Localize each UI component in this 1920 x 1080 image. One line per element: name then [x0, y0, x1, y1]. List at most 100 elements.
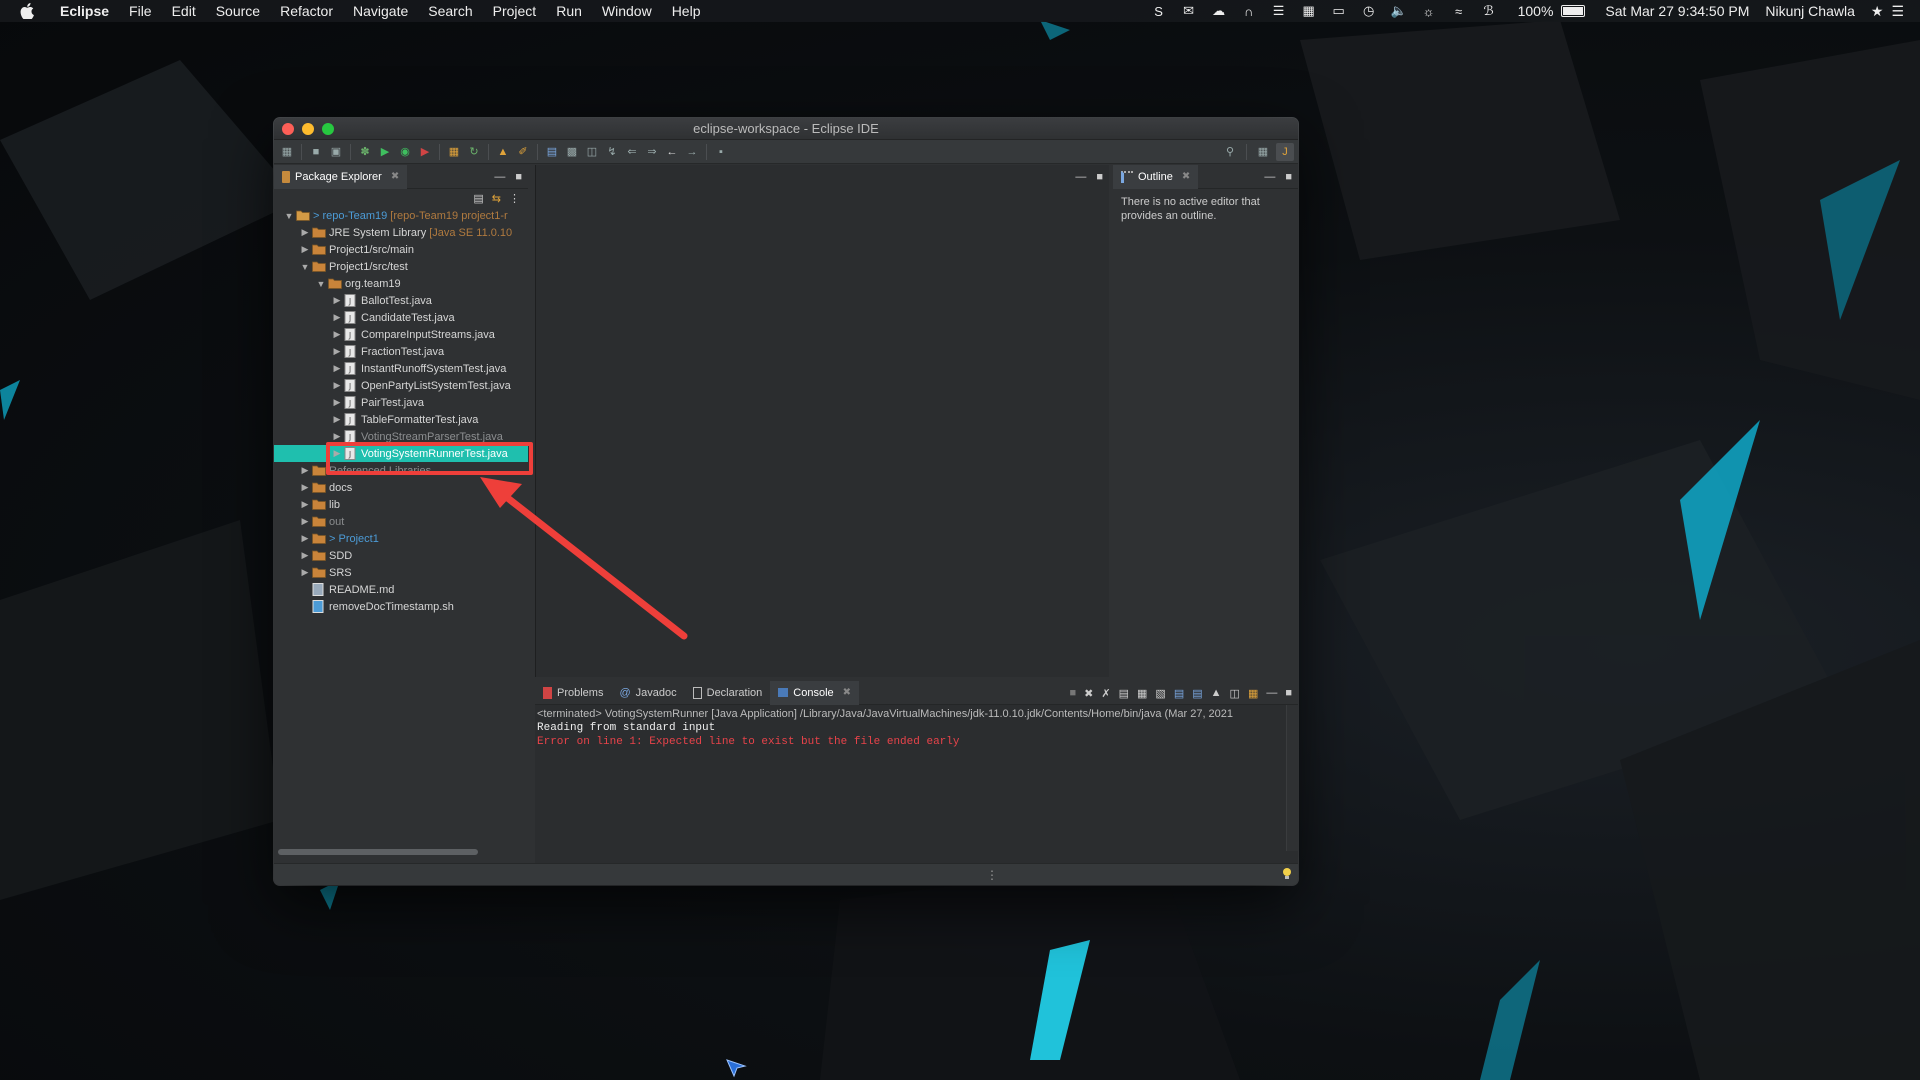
time-machine-icon[interactable]: ◷ [1360, 3, 1378, 19]
maximize-window-button[interactable] [322, 122, 334, 135]
maximize-icon[interactable]: ■ [1285, 171, 1292, 183]
expand-arrow-open-icon[interactable]: ▼ [284, 211, 294, 221]
new-java-project-icon[interactable]: ▦ [445, 143, 463, 161]
apple-logo-icon[interactable] [20, 3, 42, 19]
open-console-icon[interactable]: ▦ [1248, 687, 1258, 700]
coverage-icon[interactable]: ◉ [396, 143, 414, 161]
scroll-lock-icon[interactable]: ▦ [1137, 687, 1147, 700]
remove-all-terminated-icon[interactable]: ✗ [1101, 687, 1110, 700]
status-divider-handle[interactable]: ⋮ [986, 868, 998, 882]
volume-icon[interactable]: 🔈 [1390, 3, 1408, 19]
tip-bulb-icon[interactable] [1282, 867, 1292, 884]
tab-declaration[interactable]: Declaration [685, 681, 771, 705]
star-icon[interactable]: ★ [1871, 3, 1884, 20]
expand-arrow-closed-icon[interactable]: ▶ [300, 244, 310, 255]
pin-console-icon[interactable]: ▲ [1211, 687, 1222, 699]
open-perspective-icon[interactable]: ▦ [1254, 143, 1272, 161]
expand-arrow-closed-icon[interactable]: ▶ [300, 499, 310, 510]
menu-navigate[interactable]: Navigate [343, 3, 418, 19]
show-on-stdout-icon[interactable]: ▤ [1174, 687, 1184, 700]
display-console-icon[interactable]: ◫ [1230, 687, 1240, 700]
search-tool-icon[interactable]: ✐ [514, 143, 532, 161]
expand-arrow-closed-icon[interactable]: ▶ [332, 363, 342, 374]
control-center-icon[interactable]: ☰ [1891, 3, 1904, 20]
expand-arrow-closed-icon[interactable]: ▶ [332, 329, 342, 340]
annotation-icon[interactable]: ◫ [583, 143, 601, 161]
clock[interactable]: Sat Mar 27 9:34:50 PM [1605, 3, 1749, 19]
tree-item[interactable]: ▼ Project1/src/test [274, 258, 528, 275]
tree-item[interactable]: ▶ J CompareInputStreams.java [274, 326, 528, 343]
terminate-icon[interactable]: ■ [1070, 687, 1077, 699]
tree-item[interactable]: ▶ J BallotTest.java [274, 292, 528, 309]
calculator-icon[interactable]: ▦ [1300, 3, 1318, 19]
expand-arrow-open-icon[interactable]: ▼ [300, 262, 310, 272]
new-icon[interactable]: ▦ [278, 143, 296, 161]
skype-icon[interactable]: S [1150, 3, 1168, 19]
tree-item[interactable]: ▶ JRE System Library [Java SE 11.0.10 [274, 224, 528, 241]
battery-percent[interactable]: 100% [1518, 3, 1554, 19]
expand-arrow-closed-icon[interactable]: ▶ [300, 465, 310, 476]
tree-item[interactable]: ▶ > Project1 [274, 530, 528, 547]
expand-arrow-closed-icon[interactable]: ▶ [300, 482, 310, 493]
expand-arrow-closed-icon[interactable]: ▶ [300, 516, 310, 527]
pin-editor-icon[interactable]: ▪ [712, 143, 730, 161]
debug-icon[interactable]: ✽ [356, 143, 374, 161]
airplay-icon[interactable]: ▭ [1330, 3, 1348, 19]
menu-run[interactable]: Run [546, 3, 592, 19]
menu-file[interactable]: File [119, 3, 162, 19]
clear-console-icon[interactable]: ▤ [1119, 687, 1129, 700]
expand-arrow-closed-icon[interactable]: ▶ [332, 295, 342, 306]
expand-arrow-closed-icon[interactable]: ▶ [332, 431, 342, 442]
expand-arrow-closed-icon[interactable]: ▶ [300, 227, 310, 238]
toggle-mark-icon[interactable]: ▤ [543, 143, 561, 161]
bluetooth-icon[interactable]: ℬ [1480, 3, 1498, 19]
tree-item[interactable]: ▶ J OpenPartyListSystemTest.java [274, 377, 528, 394]
menu-project[interactable]: Project [483, 3, 547, 19]
tab-console[interactable]: Console ✖ [770, 680, 860, 705]
external-tools-icon[interactable]: ▶ [416, 143, 434, 161]
navigate-back-icon[interactable]: ← [663, 143, 681, 161]
expand-arrow-closed-icon[interactable]: ▶ [332, 312, 342, 323]
user-name[interactable]: Nikunj Chawla [1765, 3, 1854, 19]
close-tab-icon[interactable]: ✖ [1182, 171, 1190, 182]
expand-arrow-closed-icon[interactable]: ▶ [332, 397, 342, 408]
menu-refactor[interactable]: Refactor [270, 3, 343, 19]
horizontal-scrollbar[interactable] [278, 849, 478, 855]
expand-arrow-closed-icon[interactable]: ▶ [332, 346, 342, 357]
tree-item[interactable]: ▶ J CandidateTest.java [274, 309, 528, 326]
tab-problems[interactable]: Problems [535, 681, 611, 705]
tab-javadoc[interactable]: @ Javadoc [611, 681, 684, 705]
tree-item[interactable]: ▶ lib [274, 496, 528, 513]
maximize-icon[interactable]: ■ [515, 171, 522, 183]
tree-item[interactable]: ▶ out [274, 513, 528, 530]
maximize-icon[interactable]: ■ [1285, 687, 1292, 699]
battery-icon[interactable] [1561, 5, 1586, 17]
close-tab-icon[interactable]: ✖ [391, 171, 399, 182]
tree-item[interactable]: README.md [274, 581, 528, 598]
menu-help[interactable]: Help [662, 3, 711, 19]
tree-item[interactable]: ▶ SRS [274, 564, 528, 581]
java-perspective-icon[interactable]: J [1276, 142, 1294, 161]
menu-source[interactable]: Source [206, 3, 270, 19]
minimize-icon[interactable]: — [1266, 687, 1277, 699]
minimize-icon[interactable]: — [1264, 171, 1275, 183]
tree-item[interactable]: ▶ J InstantRunoffSystemTest.java [274, 360, 528, 377]
wifi-icon[interactable]: ≈ [1450, 3, 1468, 19]
tree-item[interactable]: ▶ docs [274, 479, 528, 496]
block-selection-icon[interactable]: ▩ [563, 143, 581, 161]
tab-outline[interactable]: Outline ✖ [1113, 164, 1199, 189]
open-type-icon[interactable]: ▲ [494, 143, 512, 161]
forward-icon[interactable]: ⇒ [643, 143, 661, 161]
show-on-stderr-icon[interactable]: ▤ [1192, 687, 1202, 700]
console-output[interactable]: <terminated> VotingSystemRunner [Java Ap… [535, 705, 1298, 751]
next-annotation-icon[interactable]: ↯ [603, 143, 621, 161]
menu-app-eclipse[interactable]: Eclipse [56, 3, 119, 19]
tree-item[interactable]: ▶ SDD [274, 547, 528, 564]
view-menu-icon[interactable]: ⋮ [509, 192, 520, 205]
tab-package-explorer[interactable]: Package Explorer ✖ [274, 164, 408, 189]
expand-arrow-open-icon[interactable]: ▼ [316, 279, 326, 289]
link-with-editor-icon[interactable]: ⇆ [492, 192, 501, 205]
cloud-sync-icon[interactable]: ☁ [1210, 3, 1228, 19]
expand-arrow-closed-icon[interactable]: ▶ [300, 567, 310, 578]
close-window-button[interactable] [282, 122, 294, 135]
